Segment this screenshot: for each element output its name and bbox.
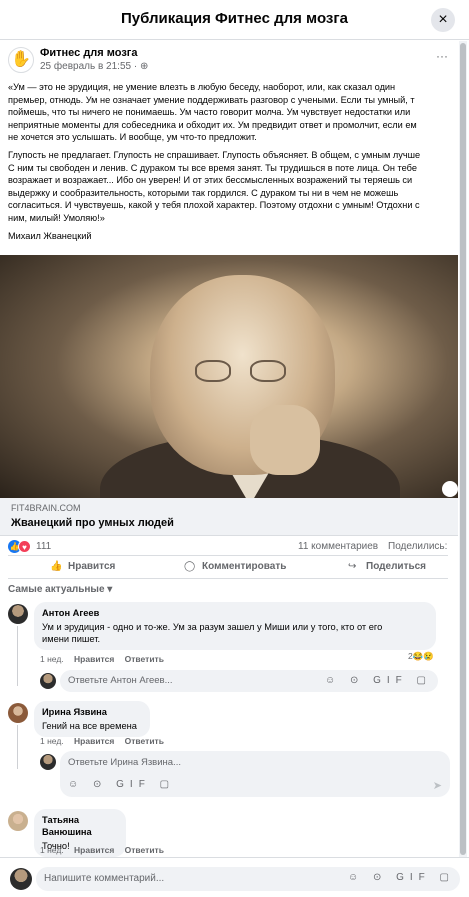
reply-input[interactable]: Ответьте Антон Агеев... ☺ ⊙ GIF ▢ <box>60 670 438 692</box>
photo-next-icon[interactable] <box>442 481 458 497</box>
comment-like-button[interactable]: Нравится <box>74 736 114 746</box>
photo-glasses-left <box>195 360 231 382</box>
post-line: неприятные моменты для собеседника и обх… <box>8 119 417 130</box>
comment-button[interactable]: ◯ Комментировать <box>184 561 286 572</box>
post-author: Михаил Жванецкий <box>8 230 92 241</box>
avatar[interactable] <box>10 868 32 890</box>
post-header: ✋ Фитнес для мозга 25 февраль в 21:55 · … <box>8 47 448 77</box>
post-actions: 👍 Нравится ◯ Комментировать ↪ Поделиться <box>8 555 448 579</box>
comment-like-button[interactable]: Нравится <box>74 845 114 855</box>
scrollbar[interactable] <box>459 41 467 857</box>
comment-count[interactable]: 11 комментариев <box>298 541 378 552</box>
comment-composer: Напишите комментарий... ☺ ⊙ GIF ▢ <box>0 857 469 897</box>
comment-time[interactable]: 1 нед. <box>40 654 64 664</box>
comment-line: Ум и эрудиция - одно и то-же. Ум за разу… <box>42 622 383 632</box>
post-photo[interactable] <box>0 255 458 498</box>
emoji-icon[interactable]: ☺ ⊙ GIF ▢ <box>68 779 175 790</box>
page-name-link[interactable]: Фитнес для мозга <box>40 47 138 59</box>
comment-input-placeholder: Напишите комментарий... <box>44 873 165 884</box>
avatar <box>40 754 56 770</box>
avatar <box>40 673 56 689</box>
love-reaction-icon[interactable]: ♥ <box>18 540 31 553</box>
like-button-label: Нравится <box>68 561 116 572</box>
share-icon: ↪ <box>348 561 357 572</box>
close-icon[interactable]: × <box>431 8 455 32</box>
comment-reactions[interactable]: 2😂😢 <box>408 651 434 662</box>
page-avatar[interactable]: ✋ <box>8 47 34 73</box>
post-line: согласиться. И чувствуешь, какой у тебя … <box>8 200 420 211</box>
post-line: выдержку и сообразительность, которыми т… <box>8 187 399 198</box>
more-options-icon[interactable]: ··· <box>436 49 448 63</box>
comment-reply-button[interactable]: Ответить <box>125 845 164 855</box>
comment-line: Гений на все времена <box>42 721 137 731</box>
link-title: Жванецкий про умных людей <box>11 517 174 529</box>
photo-hand-shape <box>250 405 320 475</box>
post-paragraph-1: «Ум — это не эрудиция, не умение влезть … <box>8 81 448 144</box>
post-line: не хочется это услышать. И вообще, ум чт… <box>8 132 257 143</box>
comment-bubble: Антон Агеев Ум и эрудиция - одно и то-же… <box>34 602 436 650</box>
comment-author[interactable]: Ирина Язвина <box>42 706 142 718</box>
avatar[interactable] <box>8 703 28 723</box>
comment-like-button[interactable]: Нравится <box>74 654 114 664</box>
comment-reply-button[interactable]: Ответить <box>125 736 164 746</box>
avatar[interactable] <box>8 811 28 831</box>
comment-author[interactable]: Антон Агеев <box>42 607 428 619</box>
comment-bubble: Ирина Язвина Гений на все времена <box>34 701 150 737</box>
post-line: С ним ты свободен и ленив. С дураком ты … <box>8 162 417 173</box>
comment-icon: ◯ <box>184 561 196 572</box>
reply-placeholder: Ответьте Антон Агеев... <box>68 675 173 686</box>
share-count[interactable]: Поделились: <box>388 541 447 552</box>
thumbs-up-icon: 👍 <box>50 561 63 572</box>
reply-input[interactable]: Ответьте Ирина Язвина... ☺ ⊙ GIF ▢ ➤ <box>60 751 450 797</box>
reactions-bar: 👍 ♥ 111 11 комментариев Поделились: <box>8 540 458 556</box>
comment-line: имени пишет. <box>42 634 101 644</box>
comment-reply-button[interactable]: Ответить <box>125 654 164 664</box>
post-paragraph-2: Глупость не предлагает. Глупость не спра… <box>8 149 448 225</box>
post-text: «Ум — это не эрудиция, не умение влезть … <box>8 81 448 247</box>
post-line: премьер, отнюдь. Ум не означает умение п… <box>8 94 415 105</box>
dialog-header: Публикация Фитнес для мозга × <box>0 0 469 40</box>
comment-time[interactable]: 1 нед. <box>40 736 64 746</box>
emoji-icon[interactable]: ☺ ⊙ GIF ▢ <box>325 675 432 686</box>
comment-button-label: Комментировать <box>202 561 287 572</box>
globe-icon: ⊕ <box>139 61 149 72</box>
comment-meta: 1 нед. Нравится Ответить <box>40 736 172 746</box>
comment-meta: 1 нед. Нравится Ответить <box>40 654 172 664</box>
scrollbar-thumb[interactable] <box>460 43 466 855</box>
post-line: поймешь, что ты ничего не понимаешь. Ум … <box>8 107 411 118</box>
post-date[interactable]: 25 февраль в 21:55 · ⊕ <box>40 61 148 72</box>
thread-line <box>17 725 18 769</box>
link-domain: FIT4BRAIN.COM <box>11 503 81 513</box>
post-scroll-area: ✋ Фитнес для мозга 25 февраль в 21:55 · … <box>0 41 458 857</box>
post-line: Глупость не предлагает. Глупость не спра… <box>8 149 421 160</box>
thread-line <box>17 626 18 686</box>
composer-icons[interactable]: ☺ ⊙ GIF ▢ <box>348 872 455 883</box>
like-button[interactable]: 👍 Нравится <box>50 561 115 572</box>
share-button-label: Поделиться <box>366 561 427 572</box>
post-date-text: 25 февраль в 21:55 · <box>40 61 140 72</box>
photo-glasses-right <box>250 360 286 382</box>
send-icon[interactable]: ➤ <box>433 779 442 792</box>
avatar[interactable] <box>8 604 28 624</box>
link-preview[interactable]: FIT4BRAIN.COM Жванецкий про умных людей <box>0 498 458 536</box>
comment-author[interactable]: Татьяна Ванюшина <box>42 814 118 838</box>
post-line: «Ум — это не эрудиция, не умение влезть … <box>8 82 396 92</box>
share-button[interactable]: ↪ Поделиться <box>348 561 426 572</box>
comment-time[interactable]: 1 нед. <box>40 845 64 855</box>
comment-meta: 1 нед. Нравится Ответить <box>40 845 172 855</box>
post-line: ним, милый! Умоляю!» <box>8 212 105 223</box>
comment-sort-dropdown[interactable]: Самые актуальные ▾ <box>8 584 112 595</box>
post-line: возражает и возражает... Ибо он уверен! … <box>8 175 413 186</box>
reply-placeholder: Ответьте Ирина Язвина... <box>68 757 181 768</box>
reaction-count[interactable]: 111 <box>36 541 51 552</box>
dialog-title: Публикация Фитнес для мозга <box>121 10 348 27</box>
